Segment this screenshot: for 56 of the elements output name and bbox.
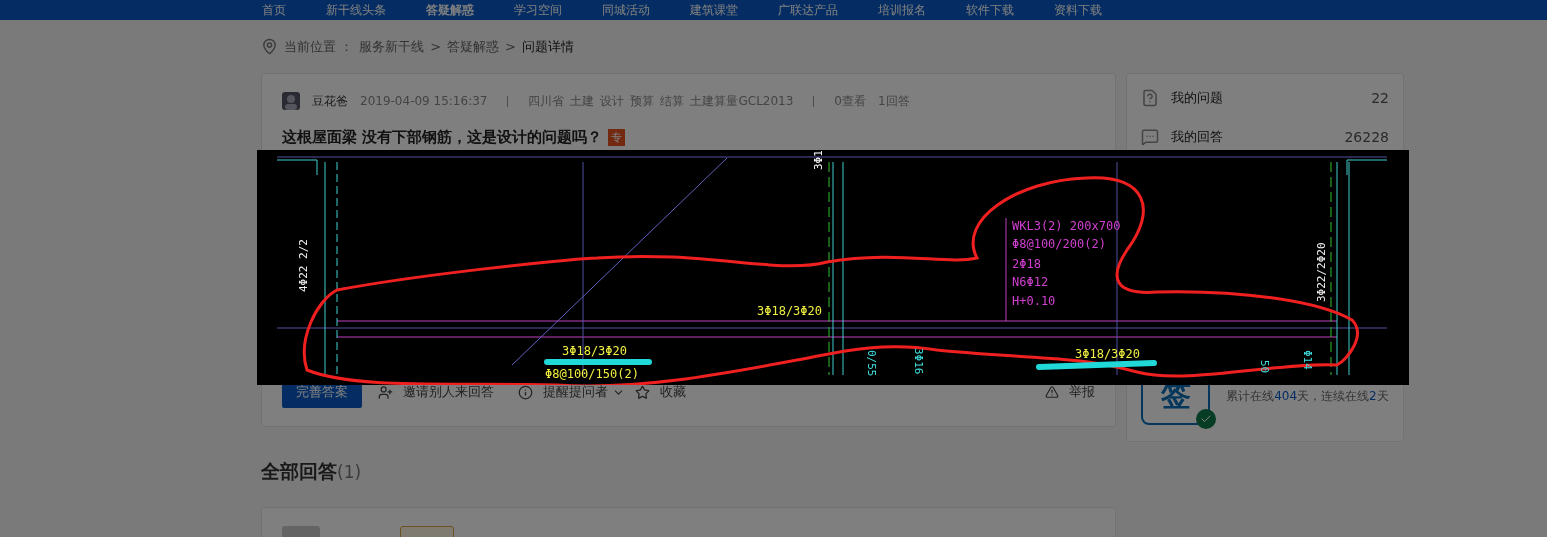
stat-count: 22 — [1371, 89, 1389, 106]
section-heading: 全部回答 — [261, 459, 337, 484]
nav-item[interactable]: 软件下载 — [966, 3, 1014, 17]
breadcrumb-link[interactable]: 答疑解惑 — [447, 37, 500, 56]
stirrup-label: Φ8@100/150(2) — [545, 367, 639, 381]
comment-icon — [1141, 127, 1159, 146]
question-title: 这根屋面梁 没有下部钢筋，这是设计的问题吗？ — [282, 128, 603, 147]
rebar-label: 3Φ18/3Φ20 — [757, 304, 823, 318]
invite-link[interactable]: 邀请别人来回答 — [403, 383, 494, 401]
nav-item[interactable]: 新干线头条 — [326, 3, 386, 17]
warning-icon — [1045, 385, 1059, 399]
nav-item[interactable]: 建筑课堂 — [690, 3, 738, 17]
beam-annotation: H+0.10 — [1012, 294, 1056, 308]
rebar-label: 3Φ18/3Φ20 — [1075, 347, 1141, 361]
question-icon — [1141, 88, 1159, 107]
answer-total: (1) — [337, 462, 362, 482]
nav-item[interactable]: 学习空间 — [514, 3, 562, 17]
cad-label: 3Φ16 — [912, 348, 925, 375]
beam-annotation: 2Φ18 — [1012, 257, 1041, 271]
breadcrumb-separator: > — [505, 39, 516, 54]
breadcrumb-link[interactable]: 服务新干线 — [359, 37, 425, 56]
cad-label: 50 — [1258, 360, 1271, 374]
stat-count: 26228 — [1344, 128, 1389, 145]
beam-annotation: N6Φ12 — [1012, 275, 1049, 289]
nav-item[interactable]: 资料下载 — [1054, 3, 1102, 17]
topic-tag[interactable]: 设计 — [600, 92, 625, 110]
beam-annotation: Φ8@100/200(2) — [1012, 237, 1106, 251]
report-link[interactable]: 举报 — [1069, 383, 1095, 401]
post-time: 2019-04-09 15:16:37 — [360, 94, 488, 108]
star-icon — [635, 384, 650, 400]
breadcrumb-label: 当前位置 ： — [284, 37, 354, 56]
breadcrumb-separator: > — [430, 39, 442, 54]
author-name[interactable]: 豆花爸 — [312, 92, 348, 110]
add-user-icon — [378, 384, 393, 400]
cad-label: 0/55 — [865, 350, 878, 377]
nav-item[interactable]: 答疑解惑 — [426, 3, 474, 17]
stat-label[interactable]: 我的回答 — [1171, 127, 1223, 146]
column-label: 3Φ1 — [812, 150, 825, 170]
avatar-icon — [282, 92, 300, 110]
column-label: 4Φ22 2/2 — [297, 239, 310, 292]
cad-label: Φ14 — [1301, 350, 1314, 370]
nav-item[interactable]: 首页 — [262, 3, 286, 17]
online-days-text: 累计在线404天，连续在线2天 — [1226, 387, 1389, 405]
breadcrumb-link[interactable]: 问题详情 — [521, 37, 574, 56]
nav-item[interactable]: 培训报名 — [878, 3, 926, 17]
stat-label[interactable]: 我的问题 — [1171, 88, 1223, 107]
rebar-label: 3Φ18/3Φ20 — [562, 344, 628, 358]
nav-item[interactable]: 广联达产品 — [778, 3, 838, 17]
beam-annotation: WKL3(2) 200x700 — [1012, 219, 1121, 233]
location-pin-icon — [261, 38, 278, 55]
info-icon — [518, 384, 533, 400]
column-label: 3Φ22/2Φ20 — [1315, 242, 1328, 302]
remind-link[interactable]: 提醒提问者 — [543, 383, 608, 401]
favorite-link[interactable]: 收藏 — [660, 383, 686, 401]
expert-badge: 专 — [608, 129, 626, 146]
nav-item[interactable]: 同城活动 — [602, 3, 650, 17]
